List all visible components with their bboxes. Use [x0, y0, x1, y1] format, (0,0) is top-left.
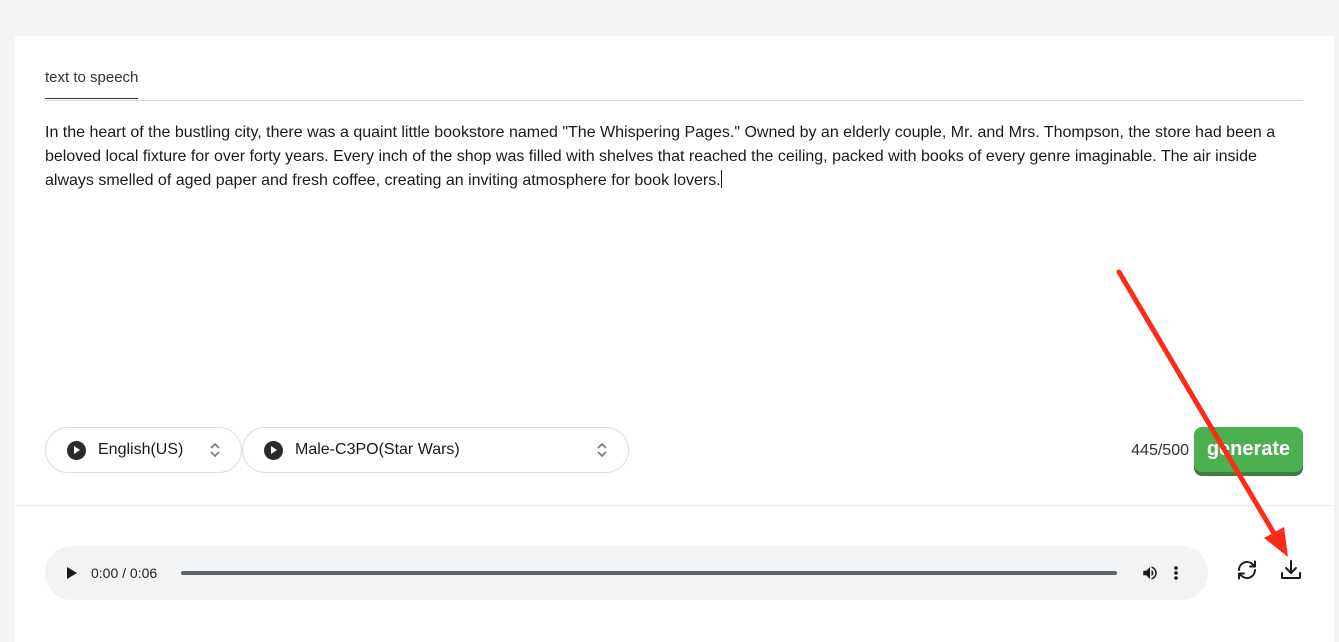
play-circle-icon[interactable]: [67, 440, 86, 460]
generate-button[interactable]: generate: [1194, 427, 1303, 472]
section-divider: [15, 505, 1334, 506]
audio-progress-bar[interactable]: [181, 571, 1117, 575]
tab-bar: text to speech: [45, 36, 1303, 101]
more-vert-icon[interactable]: [1173, 564, 1179, 582]
tts-card: text to speech In the heart of the bustl…: [15, 36, 1334, 642]
download-icon: [1279, 558, 1303, 587]
text-input[interactable]: In the heart of the bustling city, there…: [45, 121, 1303, 421]
voice-select[interactable]: Male-C3PO(Star Wars): [242, 427, 629, 473]
language-select-value: English(US): [98, 441, 184, 458]
volume-icon[interactable]: [1141, 564, 1159, 582]
select-updown-icon: [596, 441, 608, 459]
play-icon[interactable]: [66, 566, 80, 580]
language-select[interactable]: English(US): [45, 427, 242, 473]
text-input-content: In the heart of the bustling city, there…: [45, 124, 1276, 189]
audio-player: 0:00 / 0:06: [45, 546, 1208, 600]
refresh-button[interactable]: [1234, 559, 1260, 585]
voice-select-value: Male-C3PO(Star Wars): [295, 441, 460, 458]
refresh-icon: [1235, 558, 1259, 587]
text-cursor: [720, 170, 722, 188]
character-counter: 445/500: [1131, 442, 1189, 459]
play-circle-icon[interactable]: [264, 440, 283, 460]
download-button[interactable]: [1278, 559, 1304, 585]
tab-text-to-speech[interactable]: text to speech: [45, 69, 139, 99]
audio-time: 0:00 / 0:06: [91, 565, 158, 581]
select-updown-icon: [209, 441, 221, 459]
